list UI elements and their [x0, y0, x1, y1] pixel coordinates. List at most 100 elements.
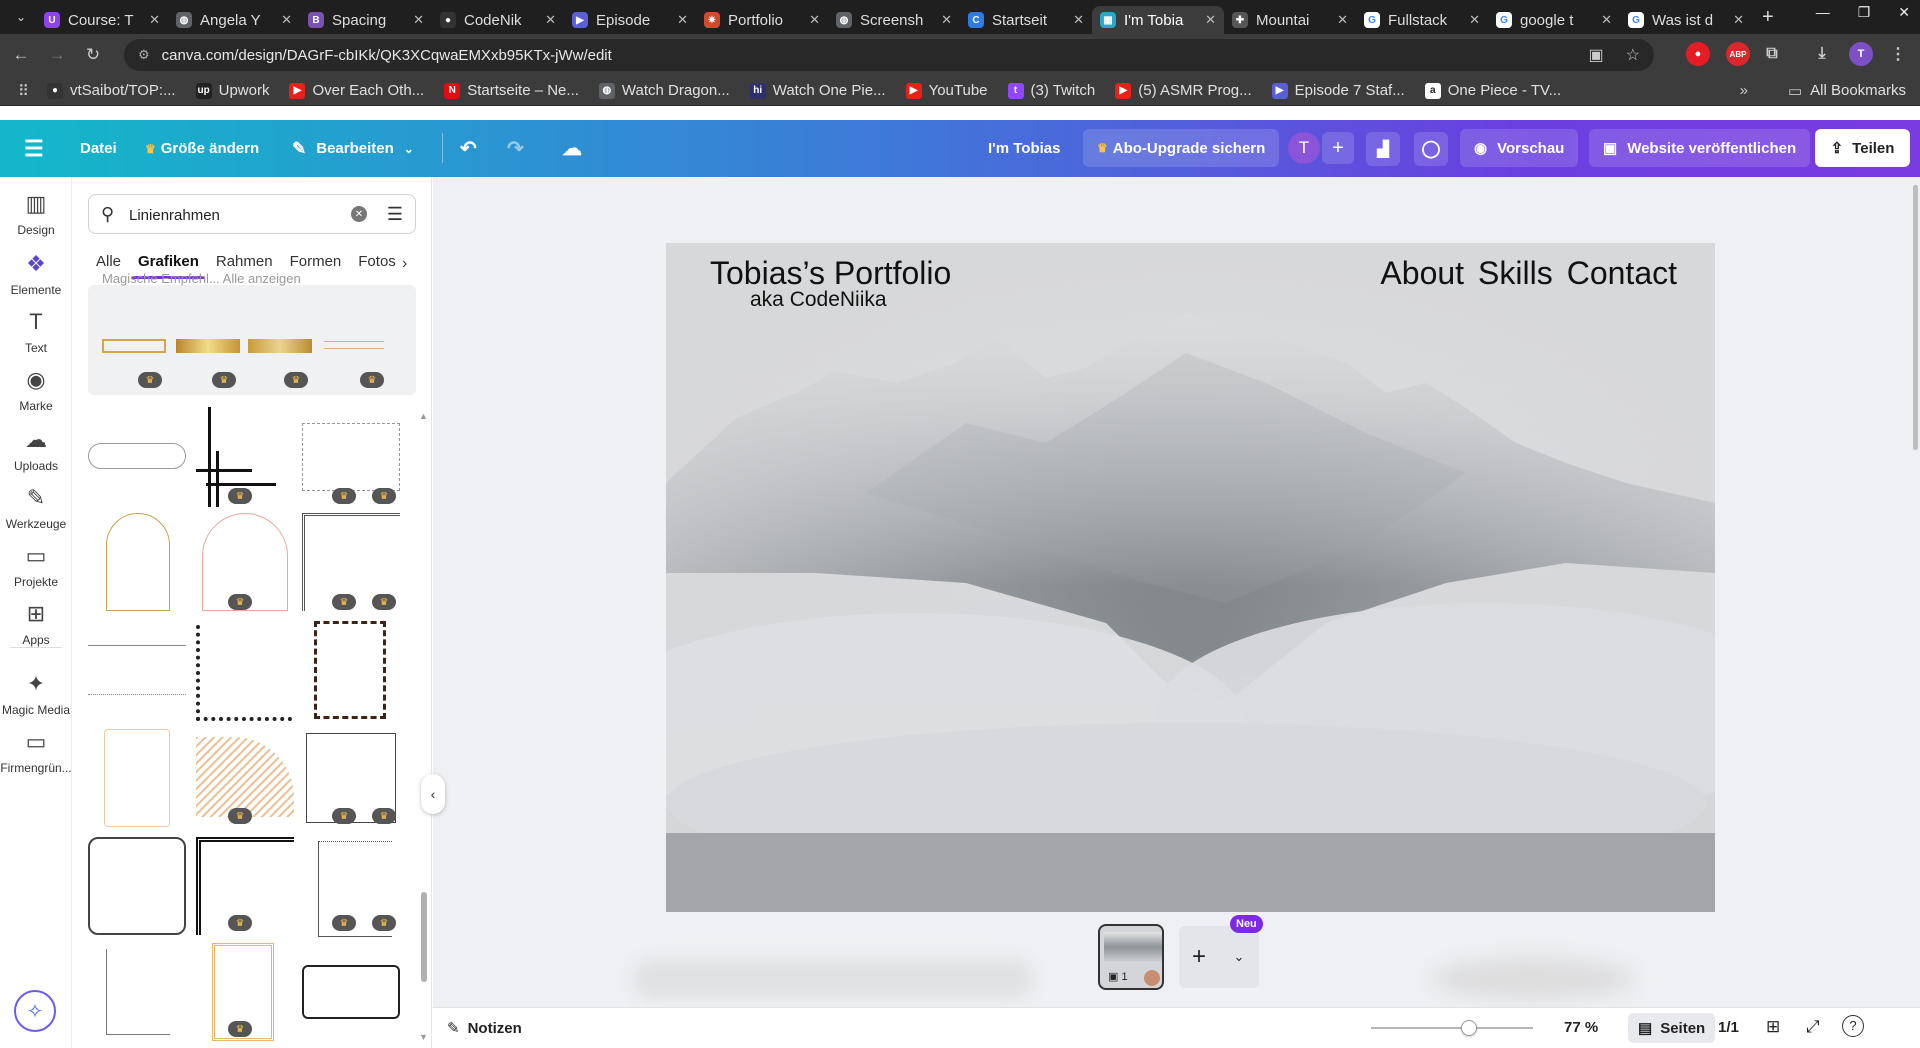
main-menu-icon[interactable]: ☰ [24, 120, 44, 177]
rail-item-firmengr-n[interactable]: ▭ Firmengrün... [0, 729, 72, 775]
frame-graphic[interactable] [314, 621, 386, 719]
all-bookmarks-folder[interactable]: ▭ All Bookmarks [1788, 82, 1906, 100]
category-tab[interactable]: Fotos [358, 253, 396, 283]
zoom-slider-track[interactable] [1371, 1027, 1533, 1029]
frame-graphic[interactable] [302, 965, 400, 1019]
preview-button[interactable]: ◉ Vorschau [1460, 129, 1579, 167]
file-menu[interactable]: Datei [80, 120, 117, 177]
share-button[interactable]: ⇪ Teilen [1815, 129, 1910, 167]
close-tab-icon[interactable]: ✕ [677, 12, 688, 28]
zoom-level[interactable]: 77 % [1564, 1019, 1598, 1036]
browser-tab[interactable]: Ggoogle t ✕ [1488, 6, 1620, 34]
nav-skills[interactable]: Skills [1478, 255, 1553, 292]
back-icon[interactable]: ← [6, 45, 36, 65]
frame-graphic[interactable] [248, 339, 312, 353]
profile-avatar[interactable]: T [1849, 42, 1873, 66]
hero-image[interactable]: Tobias’s Portfolio aka CodeNiika About S… [666, 243, 1715, 833]
resize-button[interactable]: ♛ Größe ändern [145, 120, 259, 177]
close-tab-icon[interactable]: ✕ [545, 12, 556, 28]
grid-view-icon[interactable]: ⊞ [1766, 1017, 1780, 1037]
filter-sliders-icon[interactable]: ☰ [387, 204, 403, 225]
download-icon[interactable]: ⤓ [1810, 42, 1834, 66]
publish-website-button[interactable]: ▣ Website veröffentlichen [1589, 129, 1811, 167]
rail-item-projekte[interactable]: ▭ Projekte [0, 543, 72, 589]
close-tab-icon[interactable]: ✕ [809, 12, 820, 28]
close-tab-icon[interactable]: ✕ [941, 12, 952, 28]
page-footer-band[interactable] [666, 833, 1715, 912]
more-bookmarks-icon[interactable]: » [1740, 82, 1748, 99]
browser-tab[interactable]: ▦ I'm Tobia ✕ [1092, 6, 1224, 34]
close-window-icon[interactable]: ✕ [1898, 4, 1910, 21]
redo-icon[interactable]: ↷ [507, 120, 524, 177]
add-collaborator-icon[interactable]: + [1322, 132, 1354, 164]
design-page[interactable]: Tobias’s Portfolio aka CodeNiika About S… [666, 243, 1715, 912]
frame-graphic[interactable] [88, 837, 186, 935]
page-counter[interactable]: 1/1 [1718, 1019, 1739, 1036]
browser-tab[interactable]: ✷ Portfolio ✕ [696, 6, 828, 34]
collapse-panel-chevron-icon[interactable]: ‹ [421, 774, 445, 814]
bookmark-item[interactable]: ▶ Over Each Oth... [289, 82, 424, 99]
nav-contact[interactable]: Contact [1567, 255, 1677, 292]
browser-menu-icon[interactable]: ⋮ [1886, 42, 1910, 66]
browser-tab[interactable]: ● CodeNik ✕ [432, 6, 564, 34]
frame-graphic[interactable] [88, 645, 186, 695]
browser-tab[interactable]: C Startseit ✕ [960, 6, 1092, 34]
bookmark-star-icon[interactable]: ☆ [1626, 45, 1640, 65]
rail-item-marke[interactable]: ◉ Marke [0, 367, 72, 413]
close-tab-icon[interactable]: ✕ [1073, 12, 1084, 28]
rail-item-apps[interactable]: ⊞ Apps [0, 601, 72, 647]
magic-assistant-icon[interactable]: ✧ [14, 990, 56, 1032]
rail-item-text[interactable]: T Text [0, 309, 72, 355]
close-tab-icon[interactable]: ✕ [149, 12, 160, 28]
bookmark-item[interactable]: ◍ Watch Dragon... [598, 82, 730, 99]
apps-grid-icon[interactable]: ⠿ [18, 82, 29, 100]
bookmark-item[interactable]: up Upwork [195, 82, 269, 99]
browser-tab[interactable]: ✚ Mountai ✕ [1224, 6, 1356, 34]
close-tab-icon[interactable]: ✕ [1733, 12, 1744, 28]
insights-chart-icon[interactable]: ▟ [1366, 132, 1400, 166]
edit-menu-button[interactable]: ✎ Bearbeiten ⌄ [292, 120, 414, 177]
minimize-icon[interactable]: — [1816, 4, 1830, 21]
address-bar[interactable]: ⚙ canva.com/design/DAGrF-cbIKk/QK3XCqwaE… [124, 39, 1654, 71]
install-app-icon[interactable]: ▣ [1589, 45, 1604, 65]
add-page-icon[interactable]: + [1179, 943, 1219, 971]
rail-item-magic-media[interactable]: ✦ Magic Media [0, 671, 72, 717]
extensions-puzzle-icon[interactable]: ⧉ [1760, 42, 1784, 66]
close-tab-icon[interactable]: ✕ [413, 12, 424, 28]
adblock-icon[interactable]: ABP [1726, 42, 1750, 66]
bookmark-item[interactable]: a One Piece - TV... [1424, 82, 1561, 99]
forward-icon[interactable]: → [42, 45, 72, 65]
browser-tab[interactable]: G Fullstack ✕ [1356, 6, 1488, 34]
site-subtitle[interactable]: aka CodeNiika [750, 288, 887, 312]
fullscreen-icon[interactable]: ⤢ [1806, 1017, 1820, 1037]
frame-graphic[interactable] [106, 949, 170, 1035]
bookmark-item[interactable]: ▶ (5) ASMR Prog... [1115, 82, 1252, 99]
bookmark-item[interactable]: ▶ Episode 7 Staf... [1271, 82, 1405, 99]
close-tab-icon[interactable]: ✕ [1337, 12, 1348, 28]
rail-item-elemente[interactable]: ❖ Elemente [0, 251, 72, 297]
site-info-icon[interactable]: ⚙ [138, 47, 150, 63]
frame-graphic[interactable] [302, 423, 400, 491]
upgrade-button[interactable]: ♛ Abo-Upgrade sichern [1083, 129, 1280, 167]
bookmark-item[interactable]: t (3) Twitch [1007, 82, 1095, 99]
extension-red-icon[interactable]: ● [1686, 42, 1710, 66]
browser-tab[interactable]: G Was ist d ✕ [1620, 6, 1752, 34]
panel-scrollbar[interactable] [421, 892, 427, 982]
pages-view-button[interactable]: ▤ Seiten [1628, 1013, 1716, 1043]
browser-tab[interactable]: B Spacing ✕ [300, 6, 432, 34]
document-title[interactable]: I'm Tobias [988, 120, 1060, 177]
nav-about[interactable]: About [1380, 255, 1464, 292]
comment-icon[interactable]: ◯ [1414, 132, 1448, 166]
close-tab-icon[interactable]: ✕ [281, 12, 292, 28]
site-title[interactable]: Tobias’s Portfolio [710, 255, 951, 292]
page-thumbnail[interactable]: ▣ 1 [1098, 924, 1164, 990]
tab-search-chevron-icon[interactable]: ⌄ [6, 4, 36, 30]
help-icon[interactable]: ? [1842, 1015, 1864, 1037]
add-page-options-chevron-icon[interactable]: ⌄ [1219, 949, 1259, 965]
close-tab-icon[interactable]: ✕ [1601, 12, 1612, 28]
bookmark-item[interactable]: N Startseite – Ne... [444, 82, 579, 99]
workspace-scrollbar[interactable] [1910, 177, 1920, 1007]
undo-icon[interactable]: ↶ [460, 120, 477, 177]
rail-item-werkzeuge[interactable]: ✎ Werkzeuge [0, 485, 72, 531]
zoom-slider-thumb[interactable] [1461, 1020, 1477, 1036]
